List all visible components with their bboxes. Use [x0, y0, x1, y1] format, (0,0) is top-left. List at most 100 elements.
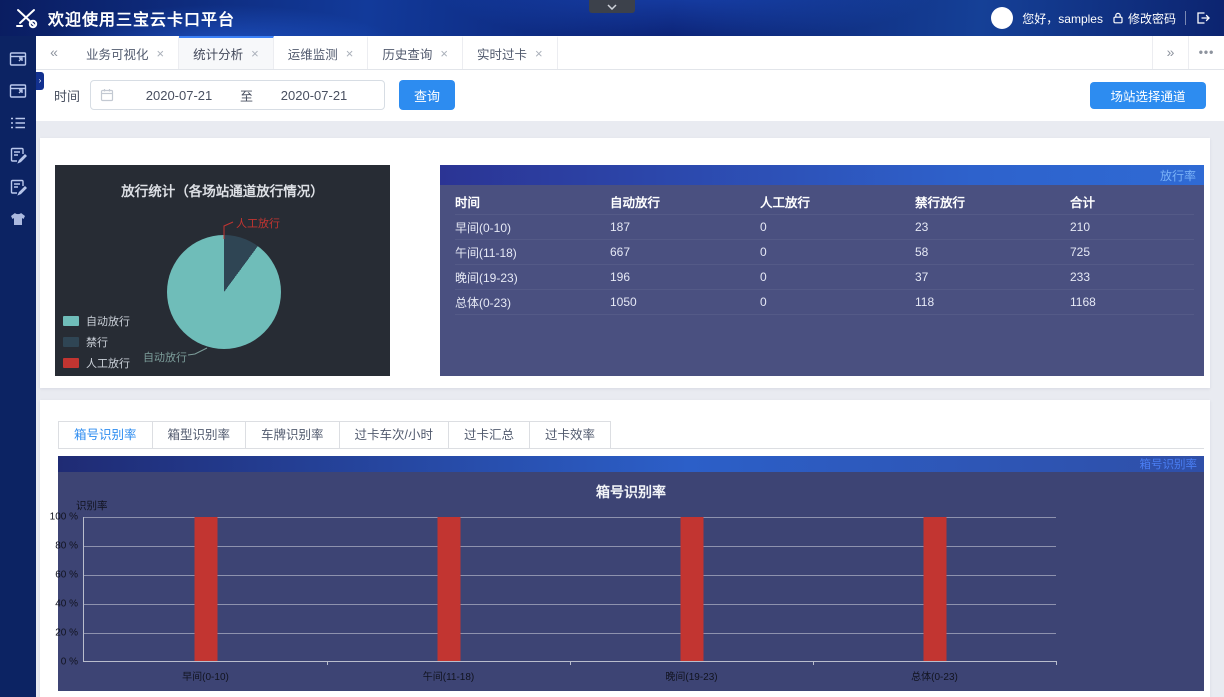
legend-item-auto[interactable]: 自动放行	[63, 313, 130, 329]
bar-chart: 箱号识别率 识别率 100 % 80 % 60 % 40 % 20 % 0 %	[58, 472, 1204, 691]
date-from-value: 2020-07-21	[118, 88, 240, 103]
cell: 总体(0-23)	[455, 294, 610, 311]
x-tick-label: 早间(0-10)	[84, 668, 327, 683]
x-tick-label: 总体(0-23)	[813, 668, 1056, 683]
brand-logo-icon	[14, 6, 40, 30]
table-row: 总体(0-23) 1050 0 118 1168	[455, 290, 1194, 315]
release-rate-link[interactable]: 放行率	[1160, 167, 1196, 184]
cell: 1168	[1070, 295, 1194, 309]
date-range-input[interactable]: 2020-07-21 至 2020-07-21	[90, 80, 385, 110]
subtab-container-no-rate[interactable]: 箱号识别率	[58, 421, 153, 449]
tab-history-query[interactable]: 历史查询 ×	[368, 36, 463, 69]
tab-business-visualization[interactable]: 业务可视化 ×	[72, 36, 179, 69]
change-password-label: 修改密码	[1128, 10, 1176, 27]
tab-close-icon[interactable]: ×	[157, 47, 165, 60]
tab-label: 运维监测	[288, 44, 338, 63]
main-content: « 业务可视化 × 统计分析 × 运维监测 × 历史查询 × 实时过卡 ×	[36, 36, 1224, 697]
tab-close-icon[interactable]: ×	[346, 47, 354, 60]
app-window-icon[interactable]	[9, 50, 27, 68]
cell: 晚间(19-23)	[455, 269, 610, 286]
x-tick-label: 午间(11-18)	[327, 668, 570, 683]
pie-callout-manual: 人工放行	[236, 215, 280, 231]
metric-subtabs: 箱号识别率 箱型识别率 车牌识别率 过卡车次/小时 过卡汇总 过卡效率	[58, 421, 1204, 449]
legend-swatch	[63, 316, 79, 326]
bar-chart-panel: 箱号识别率 箱号识别率 识别率 100 % 80 % 60 % 40 %	[58, 456, 1204, 691]
subtab-pass-summary[interactable]: 过卡汇总	[448, 421, 530, 449]
shirt-icon[interactable]	[9, 210, 27, 228]
tab-realtime-pass[interactable]: 实时过卡 ×	[463, 36, 558, 69]
y-tick: 40 %	[55, 599, 78, 610]
list-icon[interactable]	[9, 114, 27, 132]
y-axis-label: 识别率	[76, 498, 108, 513]
sidebar-expand-handle[interactable]: ›	[36, 72, 44, 90]
change-password-button[interactable]: 修改密码	[1112, 10, 1176, 27]
pie-chart-panel: 放行统计（各场站通道放行情况） 人工放行 自动放行 自动放行 禁行	[55, 165, 390, 376]
bar-morning	[194, 517, 217, 661]
table-row: 早间(0-10) 187 0 23 210	[455, 215, 1194, 240]
tab-close-icon[interactable]: ×	[535, 47, 543, 60]
release-pie-chart[interactable]	[167, 235, 281, 349]
subtab-trucks-per-hour[interactable]: 过卡车次/小时	[339, 421, 449, 449]
cell: 196	[610, 270, 760, 284]
cell: 1050	[610, 295, 760, 309]
release-table-panel: 放行率 时间 自动放行 人工放行 禁行放行 合计 早间(0-10) 187 0 …	[440, 165, 1204, 376]
tabs-scroll-right-icon[interactable]: »	[1152, 36, 1188, 69]
subtab-container-type-rate[interactable]: 箱型识别率	[152, 421, 247, 449]
tabs-scroll-left-icon[interactable]: «	[36, 36, 72, 69]
y-tick: 100 %	[50, 512, 78, 523]
pie-chart-title: 放行统计（各场站通道放行情况）	[55, 165, 390, 200]
category-band: 早间(0-10)	[84, 517, 327, 661]
station-channel-button[interactable]: 场站选择通道	[1090, 82, 1206, 109]
subtab-pass-efficiency[interactable]: 过卡效率	[529, 421, 611, 449]
cell: 187	[610, 220, 760, 234]
bar-total	[923, 517, 946, 661]
table-panel-header: 放行率	[440, 165, 1204, 185]
plot-area: 100 % 80 % 60 % 40 % 20 % 0 % 早间(0-10)	[83, 517, 1056, 662]
document-edit-icon[interactable]	[9, 178, 27, 196]
recognition-card: 箱号识别率 箱型识别率 车牌识别率 过卡车次/小时 过卡汇总 过卡效率 箱号识别…	[40, 400, 1210, 697]
category-band: 午间(11-18)	[327, 517, 570, 661]
document-edit-icon[interactable]	[9, 146, 27, 164]
cell: 0	[760, 220, 915, 234]
pie-callout-auto: 自动放行	[143, 349, 187, 365]
tabs-more-icon[interactable]: •••	[1188, 36, 1224, 69]
container-no-rate-link[interactable]: 箱号识别率	[1140, 456, 1198, 472]
legend-label: 禁行	[86, 334, 108, 350]
app-header: 欢迎使用三宝云卡口平台 您好，samples 修改密码	[0, 0, 1224, 36]
tab-ops-monitoring[interactable]: 运维监测 ×	[274, 36, 369, 69]
user-avatar[interactable]	[991, 7, 1013, 29]
sidebar	[0, 36, 36, 697]
legend-label: 自动放行	[86, 313, 130, 329]
legend-item-forbidden[interactable]: 禁行	[63, 334, 130, 350]
legend-label: 人工放行	[86, 355, 130, 371]
tab-close-icon[interactable]: ×	[440, 47, 448, 60]
cell: 233	[1070, 270, 1194, 284]
cell: 118	[915, 295, 1070, 309]
category-band: 总体(0-23)	[813, 517, 1056, 661]
bar-chart-title: 箱号识别率	[58, 482, 1204, 502]
header-collapse-handle[interactable]	[589, 0, 635, 13]
col-total: 合计	[1070, 192, 1194, 211]
pie-legend: 自动放行 禁行 人工放行	[63, 308, 130, 371]
col-manual: 人工放行	[760, 192, 915, 211]
legend-swatch	[63, 337, 79, 347]
bar-evening	[680, 517, 703, 661]
x-tick-label: 晚间(19-23)	[570, 668, 813, 683]
logout-icon[interactable]	[1195, 11, 1210, 25]
cell: 早间(0-10)	[455, 219, 610, 236]
query-button[interactable]: 查询	[399, 80, 455, 110]
col-time: 时间	[455, 192, 610, 211]
cell: 0	[760, 245, 915, 259]
tab-close-icon[interactable]: ×	[251, 47, 259, 60]
legend-item-manual[interactable]: 人工放行	[63, 355, 130, 371]
release-stats-card: 放行统计（各场站通道放行情况） 人工放行 自动放行 自动放行 禁行	[40, 138, 1210, 388]
tab-statistical-analysis[interactable]: 统计分析 ×	[179, 36, 274, 69]
release-table: 时间 自动放行 人工放行 禁行放行 合计 早间(0-10) 187 0 23 2…	[440, 185, 1204, 315]
tab-label: 历史查询	[382, 44, 432, 63]
chevron-down-icon	[607, 4, 617, 10]
app-window-icon[interactable]	[9, 82, 27, 100]
filter-bar: 时间 2020-07-21 至 2020-07-21 查询 场站选择通道	[36, 70, 1224, 121]
subtab-plate-rate[interactable]: 车牌识别率	[245, 421, 340, 449]
tab-label: 业务可视化	[86, 44, 149, 63]
user-greeting: 您好，samples	[1022, 10, 1103, 27]
